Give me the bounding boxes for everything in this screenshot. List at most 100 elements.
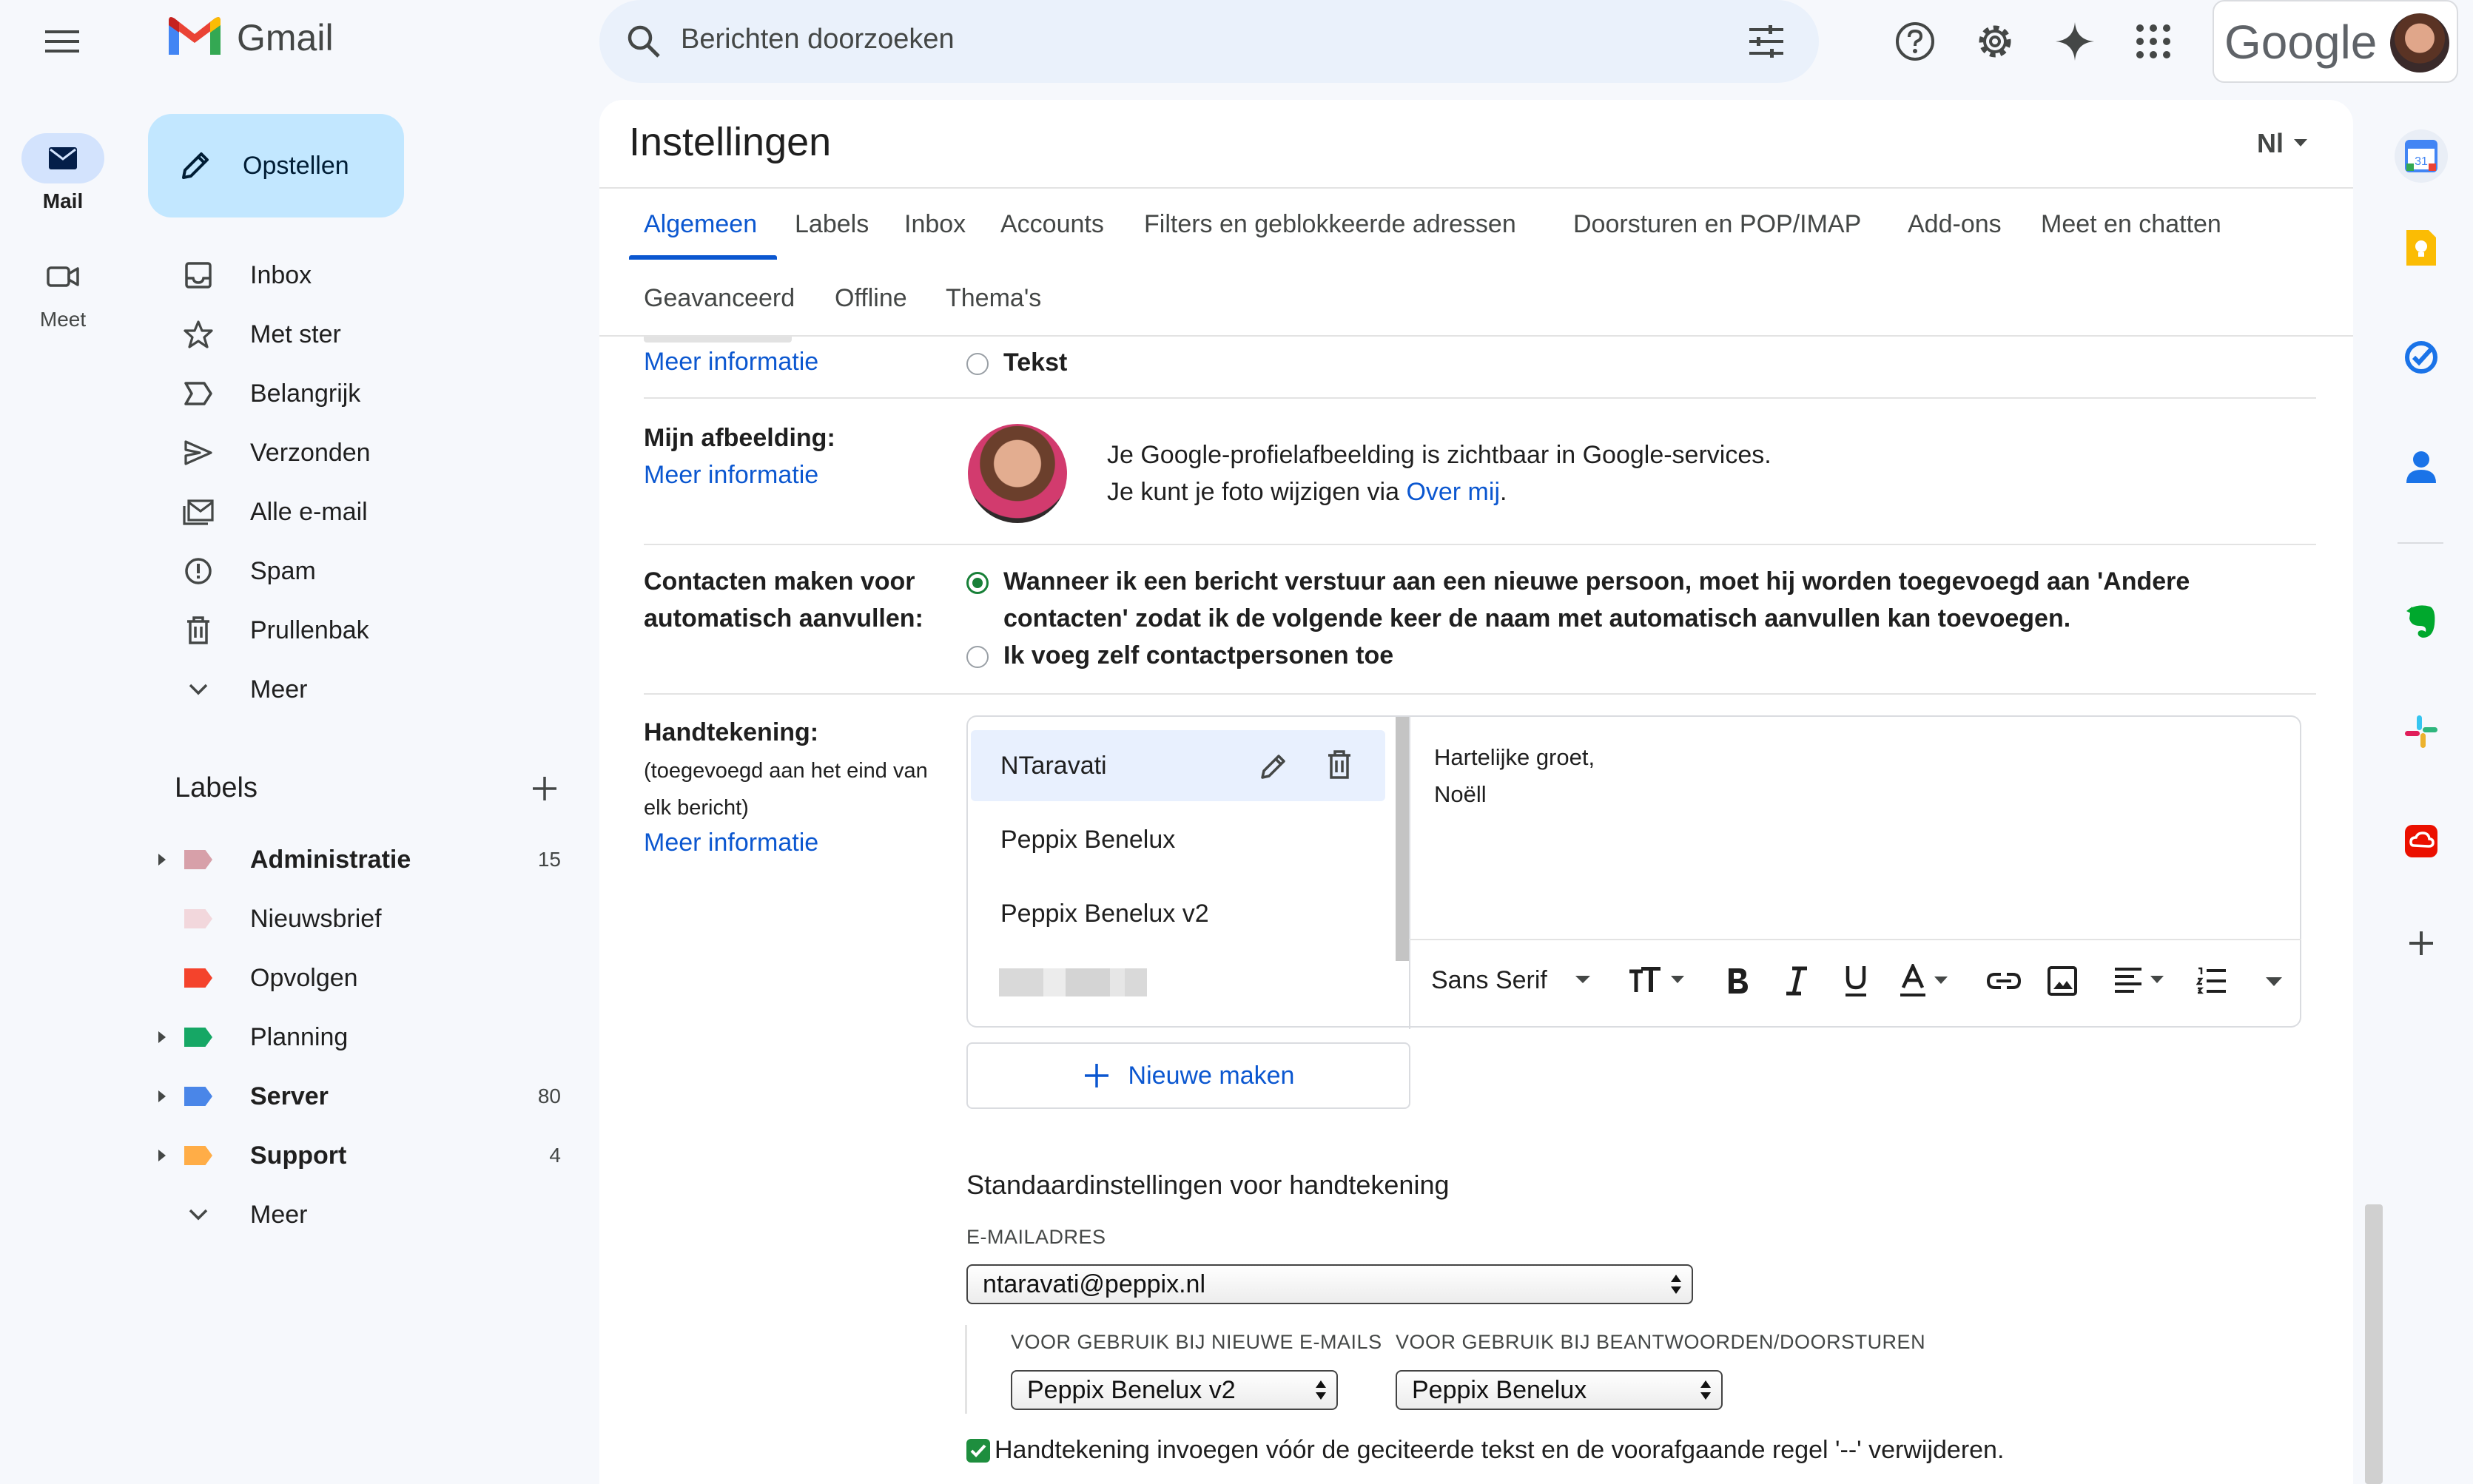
- tab-inbox[interactable]: Inbox: [904, 195, 966, 254]
- tab-geavanceerd[interactable]: Geavanceerd: [644, 269, 795, 328]
- image-icon[interactable]: [2047, 965, 2078, 996]
- search-input[interactable]: Berichten doorzoeken: [681, 24, 955, 55]
- labels-more[interactable]: Meer: [126, 1190, 577, 1240]
- contacts-app[interactable]: [2399, 445, 2443, 489]
- gmail-logo[interactable]: Gmail: [166, 16, 334, 59]
- tab-algemeen[interactable]: Algemeen: [644, 195, 757, 254]
- underline-icon[interactable]: [1843, 964, 1869, 998]
- pencil-icon[interactable]: [1258, 751, 1289, 782]
- tab-meet-chat[interactable]: Meet en chatten: [2041, 195, 2221, 254]
- text-radio[interactable]: [966, 353, 989, 375]
- nav-trash[interactable]: Prullenbak: [126, 605, 577, 655]
- bold-icon[interactable]: [1724, 965, 1751, 996]
- italic-icon[interactable]: [1783, 965, 1810, 996]
- font-select[interactable]: Sans Serif: [1431, 959, 1590, 1001]
- nav-more[interactable]: Meer: [126, 664, 577, 715]
- label-administratie[interactable]: Administratie 15: [126, 834, 577, 885]
- rail-mail[interactable]: Mail: [0, 133, 126, 213]
- label-nieuwsbrief[interactable]: Nieuwsbrief: [126, 894, 577, 944]
- expand-arrow-icon[interactable]: [158, 854, 166, 866]
- contacts-label-line1: Contacten maken voor: [644, 567, 915, 596]
- tasks-app[interactable]: [2399, 335, 2443, 380]
- search-bar[interactable]: Berichten doorzoeken: [599, 0, 1819, 83]
- nav-spam[interactable]: Spam: [126, 546, 577, 596]
- slack-addon[interactable]: [2399, 709, 2443, 754]
- gear-icon[interactable]: [1974, 21, 2016, 62]
- blurred-signature-item[interactable]: [999, 968, 1147, 996]
- manual-contacts-radio[interactable]: [966, 646, 989, 668]
- profile-picture[interactable]: [968, 424, 1067, 523]
- about-me-link[interactable]: Over mij: [1406, 478, 1500, 506]
- email-address-select[interactable]: ntaravati@peppix.nl: [966, 1264, 1693, 1304]
- signature-body-line1[interactable]: Hartelijke groet,: [1434, 739, 1595, 776]
- main-menu-button[interactable]: [43, 22, 81, 61]
- gemini-sparkle-icon[interactable]: [2054, 21, 2096, 62]
- creative-cloud-addon[interactable]: [2399, 819, 2443, 863]
- text-color-button[interactable]: [1899, 964, 1948, 998]
- tab-forwarding[interactable]: Doorsturen en POP/IMAP: [1573, 195, 1861, 254]
- nav-label: Met ster: [250, 320, 341, 348]
- evernote-addon[interactable]: [2399, 600, 2443, 644]
- signature-more-info-link[interactable]: Meer informatie: [644, 829, 818, 857]
- picture-info-text: Je kunt je foto wijzigen via: [1107, 478, 1407, 506]
- expand-arrow-icon[interactable]: [158, 1090, 166, 1102]
- rail-meet[interactable]: Meet: [0, 252, 126, 331]
- label-server[interactable]: Server 80: [126, 1071, 577, 1122]
- font-size-button[interactable]: [1628, 967, 1684, 994]
- buttons-more-info-link[interactable]: Meer informatie: [644, 348, 818, 377]
- nav-inbox[interactable]: Inbox: [126, 250, 577, 300]
- tab-filters[interactable]: Filters en geblokkeerde adressen: [1144, 195, 1516, 254]
- spam-icon: [185, 558, 212, 584]
- editor-divider: [1409, 717, 1410, 1029]
- help-icon[interactable]: [1894, 21, 1936, 62]
- reply-forward-signature-select[interactable]: Peppix Benelux: [1396, 1370, 1723, 1410]
- get-addons-button[interactable]: [2399, 921, 2443, 965]
- label-opvolgen[interactable]: Opvolgen: [126, 953, 577, 1003]
- signature-list-item[interactable]: Peppix Benelux v2: [971, 878, 1385, 949]
- tab-offline[interactable]: Offline: [835, 269, 907, 328]
- signature-list-scrollbar[interactable]: [1396, 717, 1409, 961]
- tab-addons[interactable]: Add-ons: [1908, 195, 2002, 254]
- nav-starred[interactable]: Met ster: [126, 309, 577, 360]
- apps-grid-icon[interactable]: [2134, 22, 2173, 61]
- input-tools-button[interactable]: Nl: [2257, 128, 2307, 159]
- compose-button[interactable]: Opstellen: [148, 114, 404, 217]
- important-icon: [184, 382, 212, 405]
- keep-app[interactable]: [2399, 226, 2443, 270]
- avatar[interactable]: [2390, 13, 2449, 72]
- picture-more-info-link[interactable]: Meer informatie: [644, 461, 818, 490]
- nav-important[interactable]: Belangrijk: [126, 368, 577, 419]
- new-mails-signature-select[interactable]: Peppix Benelux v2: [1011, 1370, 1338, 1410]
- add-label-button[interactable]: [530, 774, 559, 803]
- signature-name: NTaravati: [1000, 752, 1107, 780]
- label-planning[interactable]: Planning: [126, 1012, 577, 1062]
- auto-add-contacts-line1: Wanneer ik een bericht verstuur aan een …: [1003, 567, 2190, 596]
- search-options-icon[interactable]: [1748, 24, 1785, 59]
- align-button[interactable]: [2113, 967, 2164, 994]
- auto-add-contacts-radio[interactable]: [966, 572, 989, 594]
- signature-body-line2[interactable]: Noëll: [1434, 776, 1487, 813]
- main-scrollbar-thumb[interactable]: [2365, 1204, 2383, 1484]
- link-icon[interactable]: [1986, 971, 2022, 991]
- expand-arrow-icon[interactable]: [158, 1150, 166, 1161]
- tab-themes[interactable]: Thema's: [946, 269, 1041, 328]
- new-signature-button[interactable]: Nieuwe maken: [966, 1042, 1410, 1109]
- label-name: Opvolgen: [250, 963, 358, 992]
- calendar-app[interactable]: 31: [2395, 129, 2448, 183]
- signature-list-item[interactable]: Peppix Benelux: [971, 804, 1385, 875]
- insert-signature-checkbox[interactable]: [966, 1439, 990, 1463]
- signature-list-item-selected[interactable]: NTaravati: [971, 730, 1385, 801]
- more-formatting-icon[interactable]: [2266, 977, 2282, 988]
- expand-arrow-icon[interactable]: [158, 1031, 166, 1043]
- label-support[interactable]: Support 4: [126, 1130, 577, 1181]
- google-account-button[interactable]: Google: [2213, 0, 2458, 83]
- labels-heading: Labels: [175, 772, 258, 803]
- search-icon[interactable]: [626, 24, 662, 59]
- trash-icon[interactable]: [1326, 749, 1353, 780]
- language-indicator: Nl: [2257, 128, 2284, 158]
- tab-accounts[interactable]: Accounts: [1000, 195, 1104, 254]
- nav-sent[interactable]: Verzonden: [126, 428, 577, 478]
- nav-all-mail[interactable]: Alle e-mail: [126, 487, 577, 537]
- numbered-list-icon[interactable]: [2196, 967, 2227, 995]
- tab-labels[interactable]: Labels: [795, 195, 869, 254]
